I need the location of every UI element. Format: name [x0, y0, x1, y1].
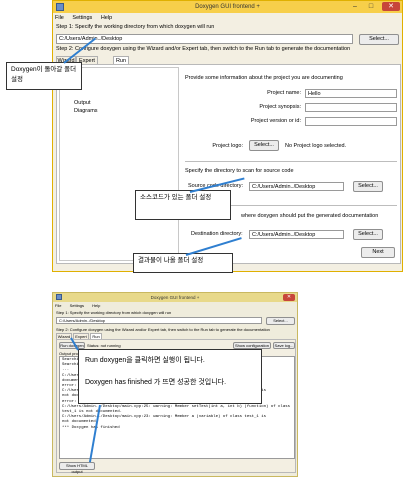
- source-dir-input[interactable]: C:/Users/Admin../Desktop: [249, 182, 344, 191]
- run-status: Status: not running: [87, 343, 121, 348]
- minimize-icon[interactable]: –: [350, 2, 360, 11]
- menu-bar: File Settings Help: [55, 14, 119, 22]
- menu-settings[interactable]: Settings: [70, 303, 84, 308]
- project-name-label: Project name:: [267, 90, 301, 96]
- callout-run-instructions: Run doxygen을 클릭하면 실행이 됩니다. Doxygen has f…: [78, 349, 262, 404]
- next-button[interactable]: Next: [361, 247, 395, 258]
- step2-label: Step 2: Configure doxygen using the Wiza…: [56, 46, 351, 52]
- callout-workdir: Doxygen이 돌아갈 폴더 설정: [6, 62, 82, 90]
- workdir-input[interactable]: C:/Users/Admin../Desktop: [56, 34, 353, 44]
- dest-section-header: where doxygen should put the generated d…: [241, 213, 379, 219]
- project-synopsis-label: Project synopsis:: [259, 104, 301, 110]
- dest-dir-select-button[interactable]: Select...: [353, 229, 383, 240]
- topic-tree: Output Diagrams: [59, 67, 179, 261]
- app-icon: [56, 294, 62, 300]
- menu-settings[interactable]: Settings: [72, 15, 92, 21]
- divider: [185, 161, 397, 162]
- tree-item-diagrams[interactable]: Diagrams: [74, 108, 98, 114]
- menu-file[interactable]: File: [55, 303, 61, 308]
- callout-source-dir: 소스코드가 있는 폴더 설정: [135, 190, 231, 220]
- project-version-input[interactable]: [305, 117, 397, 126]
- step1-label: Step 1: Specify the working directory fr…: [56, 24, 215, 30]
- scan-section-header: Specify the directory to scan for source…: [185, 168, 294, 174]
- dest-dir-label: Destination directory:: [191, 231, 243, 237]
- save-log-button[interactable]: Save log...: [273, 342, 295, 349]
- tree-item-output[interactable]: Output: [74, 100, 91, 106]
- menu-help[interactable]: Help: [101, 15, 112, 21]
- logo-select-button[interactable]: Select...: [249, 140, 279, 151]
- callout-line-finished: Doxygen has finished 가 뜨면 성공한 것입니다.: [85, 379, 227, 386]
- app-icon: [56, 3, 64, 11]
- workdir-select-button[interactable]: Select...: [266, 317, 295, 325]
- show-html-output-button[interactable]: Show HTML output: [59, 462, 95, 474]
- project-logo-label: Project logo:: [212, 143, 243, 149]
- callout-dest-dir: 결과물이 나올 폴더 설정: [133, 253, 233, 273]
- callout-line-run: Run doxygen을 클릭하면 실행이 됩니다.: [85, 357, 205, 364]
- menu-file[interactable]: File: [55, 15, 64, 21]
- maximize-icon[interactable]: □: [364, 2, 378, 11]
- workdir-input[interactable]: C:/Users/Admin../Desktop: [56, 317, 262, 324]
- close-icon[interactable]: ✕: [382, 2, 400, 11]
- wizard-panel: Output Diagrams Provide some information…: [56, 64, 401, 264]
- title-bar: Doxygen GUI frontend + ✕: [53, 293, 297, 302]
- doxygen-window-wizard: Doxygen GUI frontend + – □ ✕ File Settin…: [52, 0, 403, 272]
- project-synopsis-input[interactable]: [305, 103, 397, 112]
- no-logo-text: No Project logo selected.: [285, 143, 347, 149]
- title-bar: Doxygen GUI frontend + – □ ✕: [53, 1, 402, 13]
- workdir-select-button[interactable]: Select...: [359, 34, 399, 45]
- project-version-label: Project version or id:: [250, 118, 301, 124]
- step1-label: Step 1: Specify the working directory fr…: [56, 310, 172, 315]
- show-configuration-button[interactable]: Show configuration: [233, 342, 271, 349]
- source-dir-select-button[interactable]: Select...: [353, 181, 383, 192]
- close-icon[interactable]: ✕: [283, 294, 295, 301]
- window-title: Doxygen GUI frontend +: [195, 4, 260, 10]
- project-section-header: Provide some information about the proje…: [185, 75, 343, 81]
- step2-label: Step 2: Configure doxygen using the Wiza…: [56, 327, 270, 332]
- dest-dir-input[interactable]: C:/Users/Admin../Desktop: [249, 230, 344, 239]
- menu-bar: File Settings Help: [55, 302, 107, 310]
- menu-help[interactable]: Help: [92, 303, 100, 308]
- project-name-input[interactable]: Hello: [305, 89, 397, 98]
- window-title: Doxygen GUI frontend +: [150, 295, 200, 300]
